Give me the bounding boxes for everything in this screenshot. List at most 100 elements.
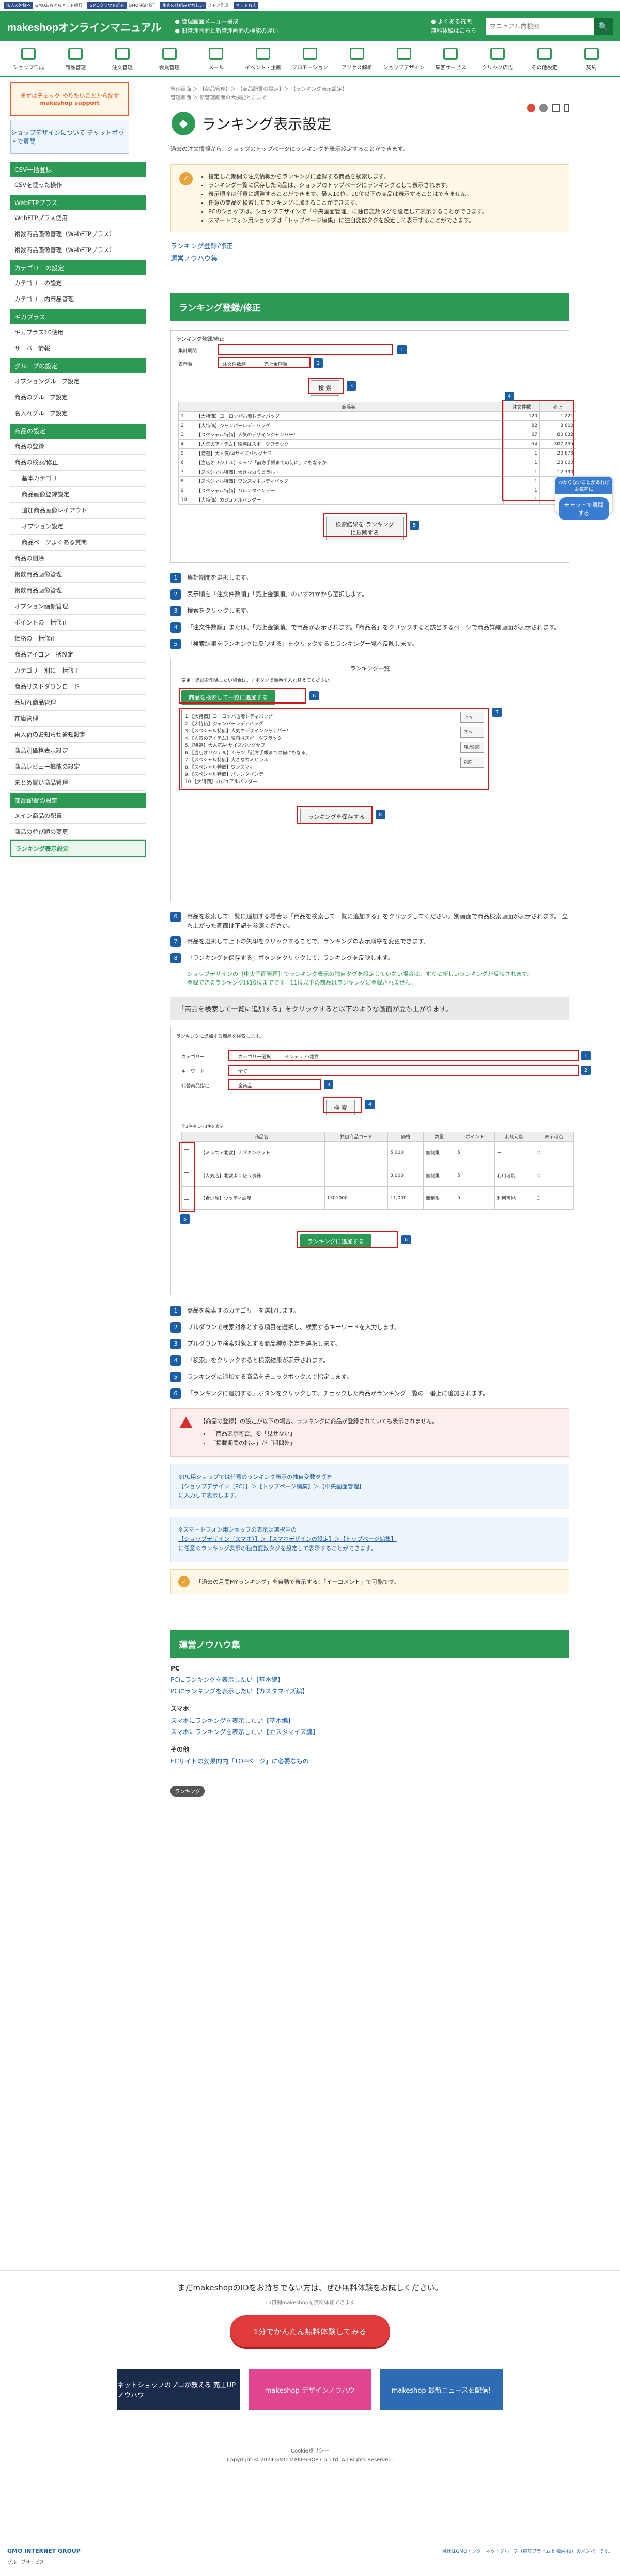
knowhow-link[interactable]: スマホにランキングを表示したい【基本編】 — [171, 1715, 569, 1726]
nav-item-shop[interactable]: ショップ作成 — [5, 41, 52, 76]
sidebar-item[interactable]: オプション画像管理 — [10, 599, 146, 615]
faq-link[interactable]: ● よくある質問 — [431, 17, 476, 26]
topbar-item[interactable]: 集客の仕組みが欲しい — [160, 2, 206, 9]
knowhow-link[interactable]: ECサイトの効果的内「TOPページ」に必要なもの — [171, 1756, 569, 1767]
site-logo[interactable]: makeshopオンラインマニュアル — [7, 19, 161, 34]
sidebar-item[interactable]: ポイントの一括修正 — [10, 615, 146, 631]
sidebar-item[interactable]: 商品リストダウンロード — [10, 679, 146, 695]
sidebar-item[interactable]: 複数商品画像管理（WebFTPプラス） — [10, 242, 146, 258]
sidebar-item[interactable]: 商品別価格表示設定 — [10, 743, 146, 759]
print-icon[interactable] — [539, 104, 548, 112]
knowhow-link[interactable]: PCにランキングを表示したい【基本編】 — [171, 1674, 569, 1685]
table-cell[interactable]: 【スペシャル特価】人気のデザインジャンパー！ — [194, 430, 504, 440]
nav-item-contract[interactable]: 契約 — [568, 41, 615, 76]
topbar-item[interactable]: ネットお店 — [234, 2, 259, 9]
nav-item-events[interactable]: イベント・企画 — [240, 41, 287, 76]
tag-ranking[interactable]: ランキング — [171, 1786, 205, 1797]
banner-news[interactable]: makeshop 最新ニュースを配信! — [380, 2369, 503, 2410]
sidebar-item[interactable]: ランキング表示設定 — [10, 840, 146, 857]
pc-icon[interactable] — [552, 104, 560, 112]
sidebar-item[interactable]: 在庫管理 — [10, 711, 146, 727]
trial-link[interactable]: 無料体験はこちら — [431, 26, 476, 36]
nav-item-promotion[interactable]: プロモーション — [287, 41, 334, 76]
sidebar-item[interactable]: 価格の一括修正 — [10, 631, 146, 647]
table-cell[interactable]: 【特選】大人気A4サイズバッグサブ — [194, 448, 504, 458]
sidebar-item[interactable]: オプショングループ設定 — [10, 373, 146, 389]
sidebar-item[interactable]: カテゴリー内商品管理 — [10, 291, 146, 307]
table-cell[interactable]: 【スペシャル特価】バレンタインデー — [194, 486, 504, 495]
sidebar-item[interactable]: まとめ買い商品管理 — [10, 775, 146, 791]
sidebar-item[interactable]: 再入荷のお知らせ通知設定 — [10, 727, 146, 743]
chatbot-widget[interactable]: わからないことがあればお気軽に チャットで質問する — [555, 476, 613, 520]
sidebar-item[interactable]: カテゴリーの設定 — [10, 275, 146, 291]
anchor-ranking[interactable]: ランキング登録/修正 — [171, 241, 569, 253]
table-cell[interactable]: 【当店オリジナル】シャツ「前方手帳までの何に」にもなるか… — [194, 458, 504, 467]
order-button[interactable]: 選択削除 — [460, 742, 484, 753]
sidebar-item[interactable]: サーバー情報 — [10, 340, 146, 356]
table-cell[interactable]: 【大特価】ヨーロッパ古着レディバッグ — [194, 411, 504, 421]
nav-item-other[interactable]: その他設定 — [521, 41, 568, 76]
anchor-knowhow[interactable]: 運営ノウハウ集 — [171, 253, 569, 266]
sidebar-item[interactable]: 商品ページよくある質問 — [10, 535, 146, 551]
sidebar-item[interactable]: カテゴリー別に一括修正 — [10, 663, 146, 679]
order-button[interactable]: 上へ — [460, 712, 484, 723]
trial-cta-button[interactable]: 1分でかんたん無料体験してみる — [230, 2315, 390, 2347]
table-cell[interactable]: 【大特価】カジュアルバンダー — [194, 495, 504, 505]
gmo-logo[interactable]: GMO INTERNET GROUP — [7, 2548, 81, 2554]
chatbot-banner[interactable]: ショップデザインについて チャットボットで質問 — [10, 120, 129, 154]
sidebar-item[interactable]: 複数商品画像管理 — [10, 583, 146, 599]
nav-item-design[interactable]: ショップデザイン — [380, 41, 427, 76]
record-icon[interactable] — [527, 104, 535, 112]
sidebar-item[interactable]: 商品の登録 — [10, 439, 146, 455]
sidebar-item[interactable]: 名入れグループ設定 — [10, 405, 146, 421]
sidebar-item[interactable]: 商品アイコン一括設定 — [10, 647, 146, 663]
sidebar-item[interactable]: 商品の検索/修正 — [10, 455, 146, 471]
sidebar-item[interactable]: 品切れ商品管理 — [10, 695, 146, 711]
nav-item-members[interactable]: 会員管理 — [146, 41, 193, 76]
old-new-diff-link[interactable]: ● 旧管理画面と新管理画面の機能の違い — [175, 26, 278, 36]
table-cell[interactable]: 【人気のアイテム】映画はスポーツブラック — [194, 439, 504, 449]
nav-item-ads[interactable]: クリック広告 — [474, 41, 521, 76]
banner-knowhow[interactable]: ネットショップのプロが教える 売上UPノウハウ — [117, 2369, 240, 2410]
sidebar-item[interactable]: 商品画像登録設定 — [10, 487, 146, 503]
sidebar-item[interactable]: 商品の並び順の変更 — [10, 824, 146, 840]
knowhow-link[interactable]: PCにランキングを表示したい【カスタマイズ編】 — [171, 1685, 569, 1697]
order-button[interactable]: 下へ — [460, 727, 484, 738]
topbar-item[interactable]: GMO決済代行 — [129, 3, 155, 8]
nav-item-orders[interactable]: 注文管理 — [99, 41, 146, 76]
sidebar-item[interactable]: オプション設定 — [10, 519, 146, 535]
sidebar-item[interactable]: ギガプラス10使用 — [10, 324, 146, 340]
sidebar-item[interactable]: 複数商品画像管理 — [10, 567, 146, 583]
nav-item-analytics[interactable]: アクセス解析 — [333, 41, 380, 76]
sidebar-item[interactable]: 基本カテゴリー — [10, 471, 146, 487]
search-input[interactable] — [486, 18, 594, 35]
sidebar-item[interactable]: CSVを使った操作 — [10, 177, 146, 193]
menu-structure-link[interactable]: ● 管理画面メニュー構成 — [175, 17, 278, 26]
nav-item-products[interactable]: 商品管理 — [52, 41, 99, 76]
sidebar-item[interactable]: 商品のグループ設定 — [10, 389, 146, 405]
topbar-item[interactable]: 法人の皆様へ — [4, 2, 33, 9]
nav-item-attract[interactable]: 集客サービス — [427, 41, 474, 76]
order-button[interactable]: 削除 — [460, 757, 484, 768]
knowhow-link[interactable]: スマホにランキングを表示したい【カスタマイズ編】 — [171, 1726, 569, 1738]
smartphone-icon[interactable] — [564, 104, 569, 112]
topbar-item[interactable]: ストア作成 — [208, 3, 228, 8]
table-cell[interactable]: 【大特価】ジャンパーレディバッグ — [194, 420, 504, 430]
breadcrumb-link[interactable]: 管理画面 ＞ 新管理画面の大機能とこまで — [171, 94, 569, 102]
search-icon[interactable]: 🔍 — [594, 18, 613, 35]
sidebar-item[interactable]: 商品レビュー機能の設定 — [10, 759, 146, 775]
sidebar-item[interactable]: 複数商品画像管理（WebFTPプラス） — [10, 226, 146, 242]
cookie-link[interactable]: Cookieポリシー — [0, 2446, 620, 2454]
sidebar-item[interactable]: 追加商品画像レイアウト — [10, 503, 146, 519]
banner-design[interactable]: makeshop デザインノウハウ — [249, 2369, 371, 2410]
topbar-item[interactable]: GMOあおぞらネット銀行 — [35, 3, 82, 8]
sidebar-item[interactable]: WebFTPプラス使用 — [10, 210, 146, 226]
chat-button[interactable]: チャットで質問する — [559, 497, 609, 520]
table-cell[interactable]: 【スペシャル特価】大きなカミビラル・ — [194, 467, 504, 477]
support-banner[interactable]: まずはチェック!やりたいことから探す makeshop support — [10, 82, 129, 116]
table-cell[interactable]: 【スペシャル特価】ワンスマホレディバッグ — [194, 476, 504, 486]
sidebar-item[interactable]: メイン商品の配置 — [10, 808, 146, 824]
sidebar-item[interactable]: 商品の削除 — [10, 551, 146, 567]
topbar-item[interactable]: GMOクラウド証券 — [87, 2, 127, 9]
nav-item-mail[interactable]: メール — [193, 41, 240, 76]
